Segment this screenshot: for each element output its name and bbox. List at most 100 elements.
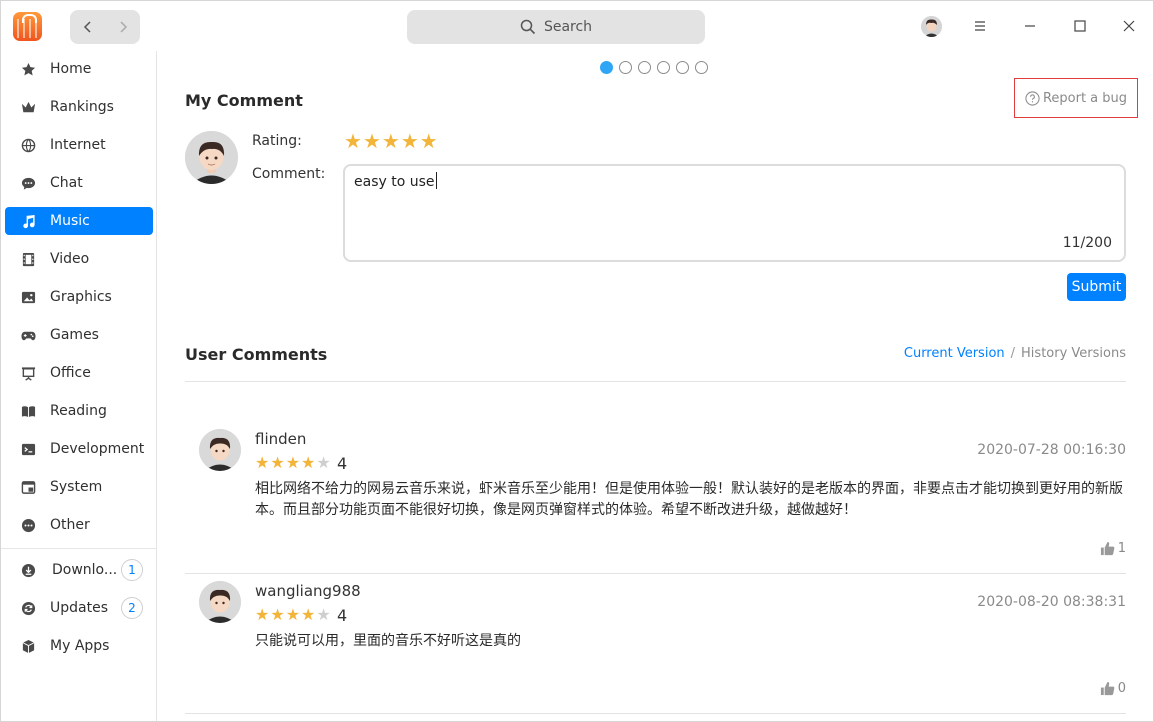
sidebar-item-games[interactable]: Games (5, 321, 153, 349)
film-icon (20, 251, 36, 267)
crown-icon (20, 99, 36, 115)
comment-text: 只能说可以用，里面的音乐不好听这是真的 (255, 633, 521, 649)
sidebar-item-label: Development (50, 441, 145, 457)
user-avatar-icon (199, 581, 241, 623)
sidebar: Home Rankings Internet Chat Music Video … (1, 51, 157, 721)
sidebar-item-graphics[interactable]: Graphics (5, 283, 153, 311)
commenter-avatar (199, 581, 241, 623)
star-icon[interactable]: ★ (363, 131, 381, 151)
sidebar-item-label: System (50, 479, 103, 495)
star-icon[interactable]: ★ (344, 131, 362, 151)
like-button[interactable]: 1 (1100, 541, 1126, 556)
like-button[interactable]: 0 (1100, 681, 1126, 696)
current-version-link[interactable]: Current Version (904, 346, 1005, 361)
forward-button[interactable] (105, 10, 140, 44)
sidebar-item-office[interactable]: Office (5, 359, 153, 387)
app-store-logo-icon (13, 12, 42, 41)
user-avatar-icon (921, 16, 942, 37)
commenter-name: flinden (255, 430, 307, 448)
comment-textarea[interactable]: easy to use 11/200 (343, 164, 1126, 262)
carousel-dot[interactable] (695, 61, 708, 74)
chevron-left-icon (83, 21, 91, 33)
minimize-button[interactable] (1021, 17, 1039, 35)
sidebar-item-label: Graphics (50, 289, 112, 305)
comment-label: Comment: (252, 166, 326, 182)
history-versions-link[interactable]: History Versions (1021, 346, 1126, 361)
sidebar-item-label: Reading (50, 403, 107, 419)
sidebar-item-other[interactable]: Other (5, 511, 153, 539)
star-icon: ★ (255, 605, 270, 624)
divider (185, 573, 1126, 574)
sidebar-item-internet[interactable]: Internet (5, 131, 153, 159)
like-count: 0 (1117, 681, 1126, 696)
main-menu-button[interactable] (971, 17, 989, 35)
sidebar-item-music[interactable]: Music (5, 207, 153, 235)
terminal-icon (20, 441, 36, 457)
comment-score: 4 (337, 606, 348, 625)
star-icon: ★ (316, 605, 331, 624)
user-avatar-button[interactable] (921, 16, 942, 37)
user-avatar-icon (185, 131, 238, 184)
sidebar-item-updates[interactable]: Updates 2 (5, 594, 153, 622)
screenshot-carousel-indicator (600, 61, 708, 74)
search-input[interactable]: Search (407, 10, 705, 44)
divider (185, 381, 1126, 382)
chat-icon (20, 175, 36, 191)
sidebar-item-video[interactable]: Video (5, 245, 153, 273)
commenter-name: wangliang988 (255, 582, 361, 600)
sidebar-item-downloads[interactable]: Downlo... 1 (5, 556, 153, 584)
close-button[interactable] (1120, 17, 1138, 35)
star-icon: ★ (316, 453, 331, 472)
sidebar-item-home[interactable]: Home (5, 55, 153, 83)
star-icon: ★ (301, 605, 316, 624)
package-icon (20, 638, 36, 654)
text-caret (435, 172, 437, 189)
titlebar: Search (1, 1, 1153, 51)
sidebar-item-reading[interactable]: Reading (5, 397, 153, 425)
comment-value: easy to use (354, 174, 435, 190)
downloads-count-badge: 1 (121, 559, 143, 581)
system-window-icon (20, 479, 36, 495)
app-store-window: Search Home Rankings Internet Chat Music… (0, 0, 1154, 722)
sidebar-item-label: Internet (50, 137, 106, 153)
report-bug-button[interactable]: Report a bug (1014, 78, 1138, 118)
search-icon (520, 19, 536, 35)
star-icon[interactable]: ★ (420, 131, 438, 151)
star-icon[interactable]: ★ (401, 131, 419, 151)
sidebar-item-system[interactable]: System (5, 473, 153, 501)
sidebar-item-chat[interactable]: Chat (5, 169, 153, 197)
submit-button[interactable]: Submit (1067, 273, 1126, 301)
sidebar-item-label: Other (50, 517, 90, 533)
maximize-button[interactable] (1071, 17, 1089, 35)
star-icon: ★ (270, 605, 285, 624)
carousel-dot[interactable] (676, 61, 689, 74)
back-button[interactable] (70, 10, 105, 44)
star-icon: ★ (255, 453, 270, 472)
globe-icon (20, 137, 36, 153)
star-icon: ★ (285, 605, 301, 624)
carousel-dot[interactable] (600, 61, 613, 74)
like-count: 1 (1117, 541, 1126, 556)
sidebar-item-development[interactable]: Development (5, 435, 153, 463)
sidebar-item-label: Games (50, 327, 99, 343)
carousel-dot[interactable] (638, 61, 651, 74)
thumbs-up-icon (1100, 541, 1115, 556)
refresh-icon (20, 600, 36, 616)
sidebar-item-label: Home (50, 61, 92, 77)
report-bug-label: Report a bug (1042, 90, 1128, 106)
sidebar-item-label: Music (50, 213, 90, 229)
commenter-avatar (199, 429, 241, 471)
sidebar-item-label: Updates (50, 600, 108, 616)
menu-icon (975, 21, 985, 31)
sidebar-item-label: Office (50, 365, 91, 381)
star-icon[interactable]: ★ (382, 131, 400, 151)
rating-label: Rating: (252, 133, 302, 149)
my-rating-stars[interactable]: ★ ★ ★ ★ ★ (344, 131, 438, 151)
sidebar-item-label: Rankings (50, 99, 114, 115)
sidebar-item-my-apps[interactable]: My Apps (5, 632, 153, 660)
sidebar-item-rankings[interactable]: Rankings (5, 93, 153, 121)
carousel-dot[interactable] (657, 61, 670, 74)
carousel-dot[interactable] (619, 61, 632, 74)
gamepad-icon (20, 327, 36, 343)
comment-score: 4 (337, 454, 348, 473)
